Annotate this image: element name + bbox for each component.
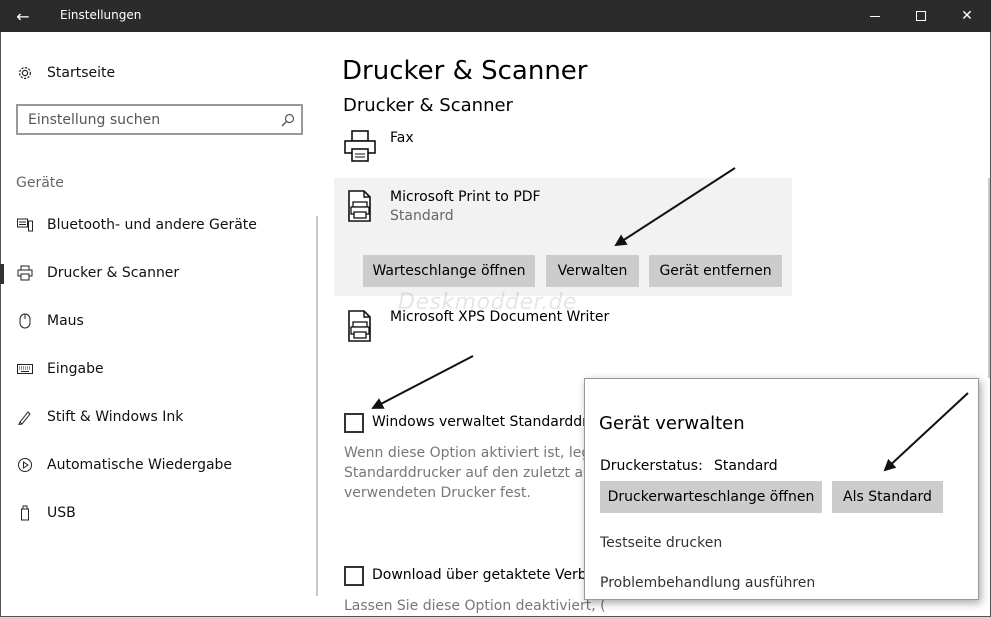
printer-item-xps[interactable]: Microsoft XPS Document Writer — [342, 308, 792, 348]
document-printer-icon — [342, 188, 382, 228]
sidebar-home[interactable]: Startseite — [0, 55, 310, 91]
manage-button[interactable]: Verwalten — [546, 255, 639, 287]
search-placeholder: Einstellung suchen — [28, 112, 161, 128]
fax-printer-icon — [342, 128, 382, 168]
maximize-icon — [916, 11, 926, 21]
settings-search-input[interactable]: Einstellung suchen — [16, 104, 303, 135]
sidebar-item-printers[interactable]: Drucker & Scanner — [0, 255, 310, 291]
description-line: Wenn diese Option aktiviert ist, legt — [344, 445, 596, 461]
sidebar-item-label: Stift & Windows Ink — [47, 409, 184, 425]
manage-default-printer-description: Wenn diese Option aktiviert ist, legt St… — [344, 443, 600, 503]
search-icon — [281, 112, 295, 131]
sidebar-item-mouse[interactable]: Maus — [0, 303, 310, 339]
sidebar-item-label: Automatische Wiedergabe — [47, 457, 233, 473]
set-default-button[interactable]: Als Standard — [832, 481, 943, 513]
sidebar-item-label: USB — [47, 505, 76, 521]
manage-default-printer-checkbox[interactable] — [344, 413, 364, 433]
sidebar-item-autoplay[interactable]: Automatische Wiedergabe — [0, 447, 310, 483]
page-title: Drucker & Scanner — [342, 56, 588, 86]
section-title: Drucker & Scanner — [343, 95, 513, 116]
metered-download-description: Lassen Sie diese Option deaktiviert, ( — [344, 596, 606, 616]
troubleshoot-link[interactable]: Problembehandlung ausführen — [600, 575, 815, 591]
remove-device-button[interactable]: Gerät entfernen — [649, 255, 782, 287]
metered-download-checkbox[interactable] — [344, 566, 364, 586]
printer-status: Standard — [390, 208, 454, 224]
sidebar-item-input[interactable]: Eingabe — [0, 351, 310, 387]
pen-icon — [16, 408, 34, 426]
autoplay-icon — [16, 456, 34, 474]
sidebar-item-label: Drucker & Scanner — [47, 265, 180, 281]
minimize-button[interactable] — [852, 0, 898, 32]
printer-status-label: Druckerstatus: — [600, 458, 703, 474]
window-title: Einstellungen — [60, 8, 142, 22]
sidebar-item-bluetooth[interactable]: Bluetooth- und andere Geräte — [0, 207, 310, 243]
back-button[interactable]: ← — [0, 0, 46, 32]
sidebar-section-title: Geräte — [16, 175, 64, 191]
sidebar-item-usb[interactable]: USB — [0, 495, 310, 531]
printer-item-pdf[interactable]: Microsoft Print to PDF Standard — [342, 188, 792, 232]
sidebar-item-label: Maus — [47, 313, 84, 329]
printer-name: Microsoft XPS Document Writer — [390, 309, 610, 325]
sidebar-item-label: Eingabe — [47, 361, 104, 377]
printer-item-fax[interactable]: Fax — [342, 128, 792, 168]
sidebar-item-pen[interactable]: Stift & Windows Ink — [0, 399, 310, 435]
metered-download-label: Download über getaktete Verbin — [372, 567, 600, 583]
minimize-icon — [870, 15, 880, 17]
sidebar-item-label: Bluetooth- und andere Geräte — [47, 217, 257, 233]
manage-default-printer-label: Windows verwaltet Standarddru — [372, 414, 597, 430]
popup-title: Gerät verwalten — [599, 413, 745, 434]
description-line: Standarddrucker auf den zuletzt an l — [344, 465, 601, 481]
printer-name: Microsoft Print to PDF — [390, 189, 541, 205]
manage-device-popup: Gerät verwalten Druckerstatus: Standard … — [584, 378, 979, 600]
usb-icon — [16, 504, 34, 522]
close-icon: ✕ — [961, 8, 973, 24]
main-scrollbar[interactable] — [988, 178, 990, 378]
gear-icon — [16, 64, 34, 82]
keyboard-devices-icon — [16, 216, 34, 234]
sidebar-home-label: Startseite — [47, 65, 116, 81]
close-button[interactable]: ✕ — [944, 0, 990, 32]
sidebar-scrollbar[interactable] — [316, 216, 318, 596]
title-bar: ← Einstellungen ✕ — [0, 0, 991, 32]
arrow-to-default-checkbox — [371, 355, 474, 409]
printer-name: Fax — [390, 130, 414, 146]
open-queue-button[interactable]: Warteschlange öffnen — [363, 255, 535, 287]
mouse-icon — [16, 312, 34, 330]
printer-icon — [16, 264, 34, 282]
keyboard-icon — [16, 360, 34, 378]
open-printer-queue-button[interactable]: Druckerwarteschlange öffnen — [600, 481, 822, 513]
print-test-page-link[interactable]: Testseite drucken — [600, 535, 722, 551]
printer-status-value: Standard — [714, 458, 778, 474]
description-line: Lassen Sie diese Option deaktiviert, ( — [344, 598, 606, 614]
document-printer-icon — [342, 308, 382, 348]
back-arrow-icon: ← — [16, 6, 30, 26]
maximize-button[interactable] — [898, 0, 944, 32]
description-line: verwendeten Drucker fest. — [344, 485, 531, 501]
